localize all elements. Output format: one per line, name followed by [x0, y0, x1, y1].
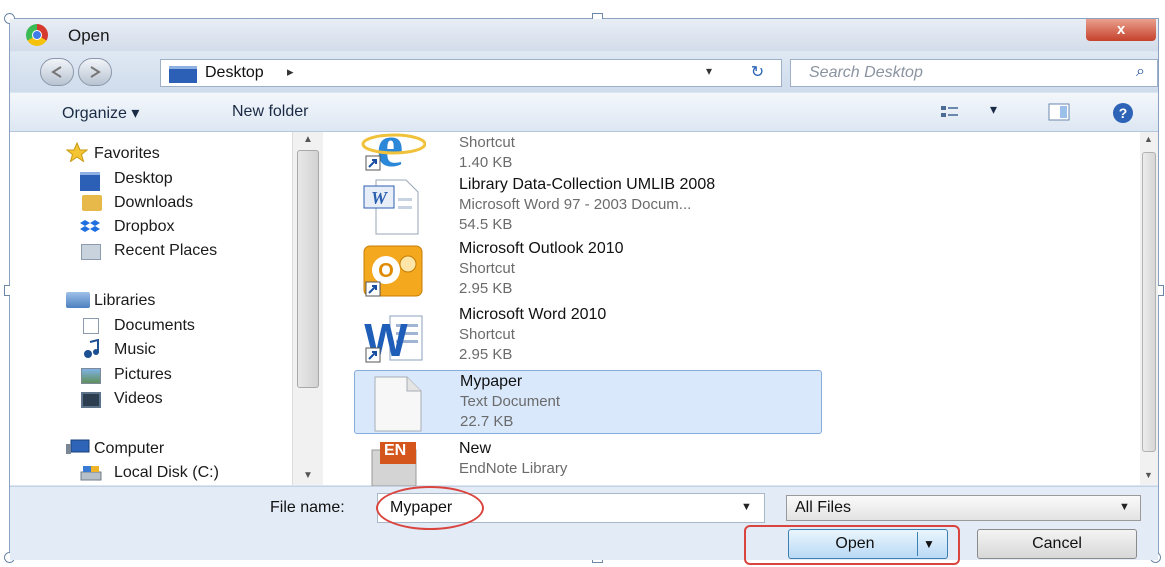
- search-placeholder: Search Desktop: [809, 64, 923, 81]
- file-type: Shortcut: [459, 134, 515, 151]
- forward-button[interactable]: [78, 58, 112, 86]
- file-name: Mypaper: [460, 373, 523, 390]
- downloads-folder-icon: [82, 195, 102, 211]
- breadcrumb-arrow-icon[interactable]: ▸: [287, 64, 294, 80]
- desktop-icon: [80, 172, 100, 191]
- file-size: 2.95 KB: [459, 346, 513, 363]
- address-location[interactable]: Desktop: [205, 64, 264, 82]
- desktop-folder-icon: [169, 66, 197, 83]
- cancel-button[interactable]: Cancel: [977, 529, 1137, 559]
- svg-text:W: W: [371, 188, 389, 208]
- sidebar-header-computer[interactable]: Computer: [94, 440, 164, 458]
- file-item[interactable]: W Microsoft Word 2010 Shortcut 2.95 KB: [354, 306, 822, 368]
- annotation-ellipse: [376, 486, 484, 530]
- file-name-dropdown-icon[interactable]: ▼: [741, 501, 752, 513]
- navigation-scroll-thumb[interactable]: [297, 150, 319, 388]
- scroll-up-icon[interactable]: ▲: [1144, 134, 1153, 144]
- sidebar-item-recent-places[interactable]: Recent Places: [114, 242, 217, 260]
- back-arrow-icon: [51, 66, 62, 78]
- file-type-filter-value[interactable]: All Files: [795, 499, 851, 517]
- scroll-down-icon[interactable]: ▼: [303, 470, 313, 481]
- file-item[interactable]: e Shortcut 1.40 KB: [354, 114, 822, 176]
- file-name: Library Data-Collection UMLIB 2008: [459, 176, 716, 193]
- pictures-icon: [81, 368, 101, 384]
- file-name: Microsoft Word 2010: [459, 306, 607, 323]
- favorites-star-icon: [66, 142, 88, 162]
- file-item[interactable]: W Library Data-Collection UMLIB 2008 Mic…: [354, 176, 822, 238]
- file-list-scroll-thumb[interactable]: [1142, 152, 1156, 452]
- filter-dropdown-icon[interactable]: ▼: [1119, 501, 1130, 513]
- chrome-icon: [26, 24, 48, 46]
- outlook-icon: O: [363, 245, 423, 297]
- file-list-scrollbar[interactable]: ▲ ▼: [1140, 132, 1158, 485]
- sidebar-item-downloads[interactable]: Downloads: [114, 194, 193, 212]
- text-file-icon: [374, 376, 422, 432]
- documents-icon: [83, 318, 99, 334]
- word-doc-icon: W: [363, 179, 419, 235]
- svg-text:?: ?: [1119, 105, 1128, 121]
- file-name: New: [459, 440, 492, 457]
- change-view-icon[interactable]: [940, 104, 960, 120]
- address-bar[interactable]: Desktop ▸ ▾: [160, 59, 782, 87]
- view-dropdown-icon[interactable]: ▾: [990, 101, 997, 118]
- music-icon: [84, 339, 99, 358]
- sidebar-item-pictures[interactable]: Pictures: [114, 366, 172, 384]
- file-type: Shortcut: [459, 260, 515, 277]
- navigation-scrollbar[interactable]: ▲ ▼: [292, 132, 323, 485]
- sidebar-header-favorites[interactable]: Favorites: [94, 145, 160, 163]
- preview-pane-icon[interactable]: [1048, 103, 1070, 121]
- file-size: 22.7 KB: [460, 413, 514, 430]
- file-name: Microsoft Outlook 2010: [459, 240, 624, 257]
- search-box[interactable]: Search Desktop ⌕: [790, 59, 1158, 87]
- file-type-filter[interactable]: All Files ▼: [786, 495, 1141, 521]
- recent-places-icon: [81, 244, 101, 260]
- sidebar-item-local-disk[interactable]: Local Disk (C:): [114, 464, 219, 482]
- close-button[interactable]: x: [1086, 19, 1156, 41]
- annotation-rectangle: [744, 525, 960, 565]
- videos-icon: [81, 392, 101, 408]
- svg-text:O: O: [378, 260, 394, 282]
- forward-arrow-icon: [90, 66, 101, 78]
- window-title: Open: [68, 26, 110, 45]
- internet-explorer-icon: e: [361, 118, 426, 174]
- libraries-icon: [66, 292, 90, 308]
- word-icon: W: [364, 314, 423, 366]
- sidebar-item-documents[interactable]: Documents: [114, 317, 195, 335]
- title-bar: Open: [10, 19, 1158, 51]
- file-type: Text Document: [460, 393, 561, 410]
- endnote-badge: EN: [384, 442, 407, 459]
- file-size: 1.40 KB: [459, 154, 513, 171]
- file-item[interactable]: O Microsoft Outlook 2010 Shortcut 2.95 K…: [354, 240, 822, 302]
- sidebar-item-desktop[interactable]: Desktop: [114, 170, 173, 188]
- navigation-pane: Favorites Desktop Downloads Dropbox Rece…: [10, 132, 328, 485]
- scroll-up-icon[interactable]: ▲: [303, 134, 313, 145]
- scroll-down-icon[interactable]: ▼: [1144, 470, 1153, 480]
- dropbox-icon: [80, 220, 100, 232]
- organize-button[interactable]: Organize ▾: [62, 103, 139, 123]
- file-name-label: File name:: [270, 499, 345, 516]
- file-size: 2.95 KB: [459, 280, 513, 297]
- back-button[interactable]: [40, 58, 74, 86]
- refresh-icon[interactable]: ↻: [735, 60, 780, 86]
- sidebar-item-dropbox[interactable]: Dropbox: [114, 218, 174, 236]
- sidebar-header-libraries[interactable]: Libraries: [94, 292, 155, 310]
- sidebar-item-videos[interactable]: Videos: [114, 390, 163, 408]
- svg-text:e: e: [377, 118, 404, 174]
- search-icon[interactable]: ⌕: [1136, 63, 1145, 81]
- file-list: e Shortcut 1.40 KB W Library Data-Collec…: [328, 118, 1140, 486]
- file-size: 54.5 KB: [459, 216, 513, 233]
- address-dropdown-icon[interactable]: ▾: [706, 64, 712, 78]
- local-disk-icon: [80, 466, 102, 481]
- sidebar-item-music[interactable]: Music: [114, 341, 156, 359]
- file-type: Shortcut: [459, 326, 515, 343]
- new-folder-button[interactable]: New folder: [232, 103, 308, 121]
- help-icon[interactable]: ?: [1112, 102, 1134, 124]
- file-type: EndNote Library: [459, 460, 568, 477]
- file-type: Microsoft Word 97 - 2003 Docum...: [459, 196, 692, 213]
- file-item-selected[interactable]: Mypaper Text Document 22.7 KB: [354, 370, 822, 434]
- computer-icon: [66, 439, 90, 454]
